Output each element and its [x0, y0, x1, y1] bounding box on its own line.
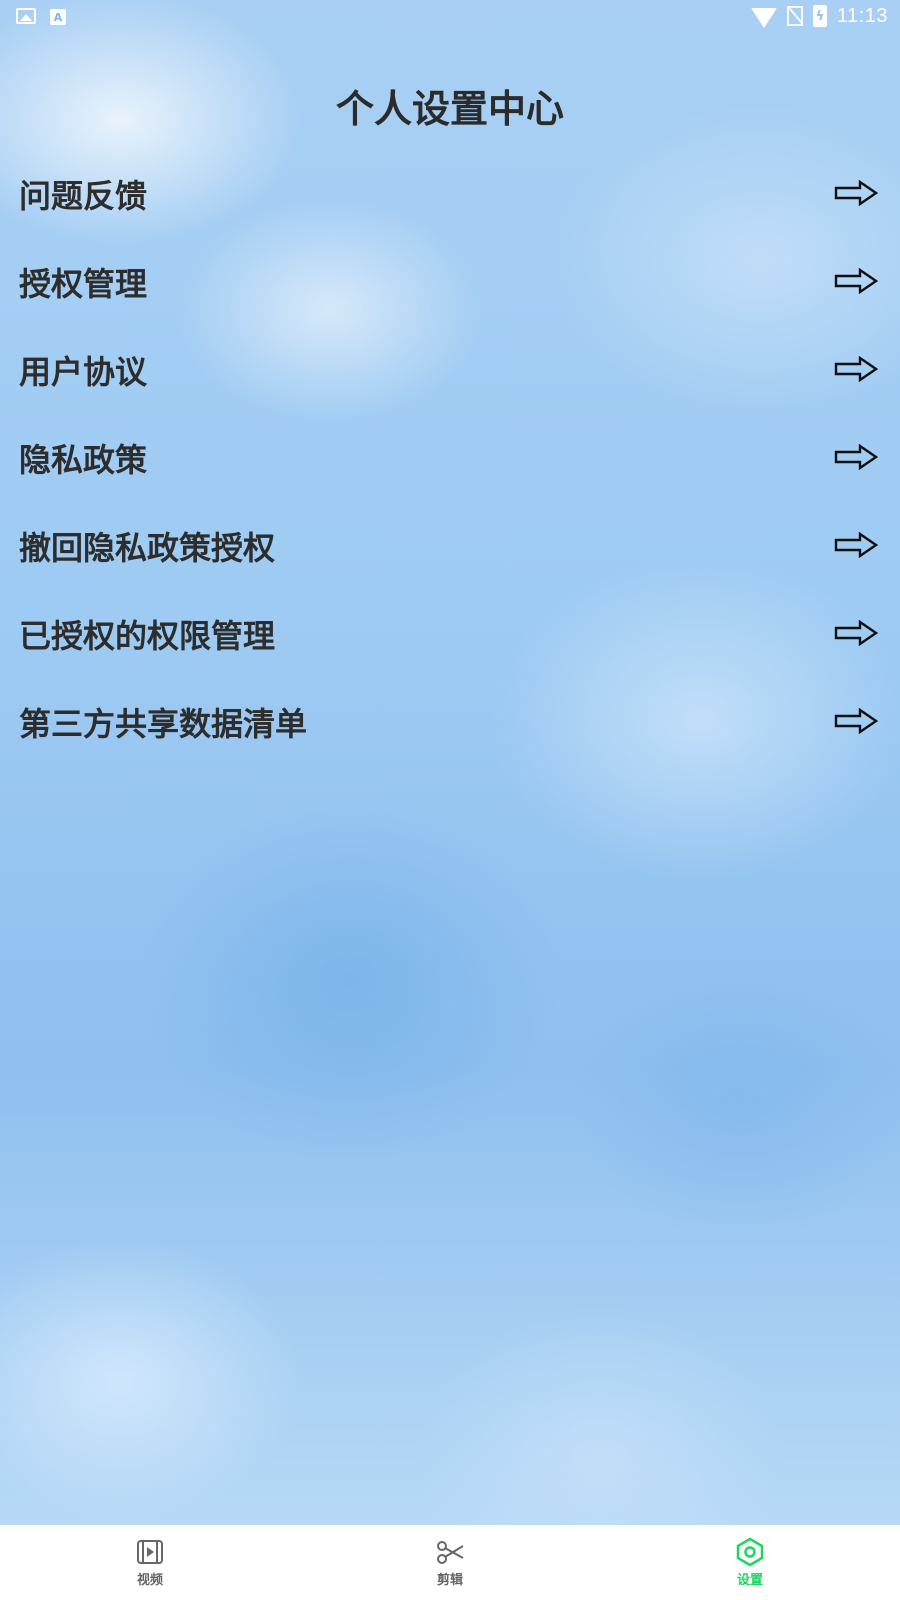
no-sim-icon: [786, 6, 803, 26]
wifi-icon: [750, 8, 777, 28]
scissors-icon: [435, 1537, 465, 1567]
right-arrow-icon: [834, 620, 878, 646]
status-bar: A ϟ 11:13: [0, 0, 900, 36]
tab-edit[interactable]: 剪辑: [300, 1525, 600, 1600]
status-time: 11:13: [836, 4, 888, 27]
menu-item-label: 问题反馈: [19, 177, 148, 215]
film-icon: [135, 1537, 165, 1567]
image-notification-icon: [16, 8, 36, 24]
menu-item-label: 授权管理: [19, 265, 148, 303]
right-arrow-icon: [834, 444, 878, 470]
menu-item-granted-permissions[interactable]: 已授权的权限管理: [0, 590, 900, 678]
tab-settings[interactable]: 设置: [600, 1525, 900, 1600]
tab-label: 视频: [136, 1573, 163, 1588]
right-arrow-icon: [834, 268, 878, 294]
battery-charging-icon: ϟ: [812, 5, 827, 27]
settings-menu: 问题反馈 授权管理 用户协议 隐私政策 撤回隐私政策授权 已授权的权限管理 第三…: [0, 150, 900, 766]
menu-item-label: 撤回隐私政策授权: [19, 529, 276, 567]
menu-item-label: 已授权的权限管理: [19, 617, 276, 655]
menu-item-label: 用户协议: [19, 353, 148, 391]
right-arrow-icon: [834, 532, 878, 558]
right-arrow-icon: [834, 180, 878, 206]
menu-item-third-party-data-list[interactable]: 第三方共享数据清单: [0, 678, 900, 766]
menu-item-authorization[interactable]: 授权管理: [0, 238, 900, 326]
tab-label: 设置: [736, 1573, 763, 1588]
right-arrow-icon: [834, 708, 878, 734]
menu-item-label: 隐私政策: [19, 441, 148, 479]
menu-item-revoke-privacy-authorization[interactable]: 撤回隐私政策授权: [0, 502, 900, 590]
menu-item-label: 第三方共享数据清单: [19, 705, 308, 743]
tab-label: 剪辑: [436, 1573, 463, 1588]
menu-item-user-agreement[interactable]: 用户协议: [0, 326, 900, 414]
tab-video[interactable]: 视频: [0, 1525, 300, 1600]
a-notification-icon: A: [50, 9, 66, 25]
page-title: 个人设置中心: [335, 87, 564, 131]
menu-item-feedback[interactable]: 问题反馈: [0, 150, 900, 238]
menu-item-privacy-policy[interactable]: 隐私政策: [0, 414, 900, 502]
right-arrow-icon: [834, 356, 878, 382]
bottom-navigation: 视频 剪辑 设置: [0, 1525, 900, 1600]
settings-hexagon-icon: [735, 1537, 765, 1567]
